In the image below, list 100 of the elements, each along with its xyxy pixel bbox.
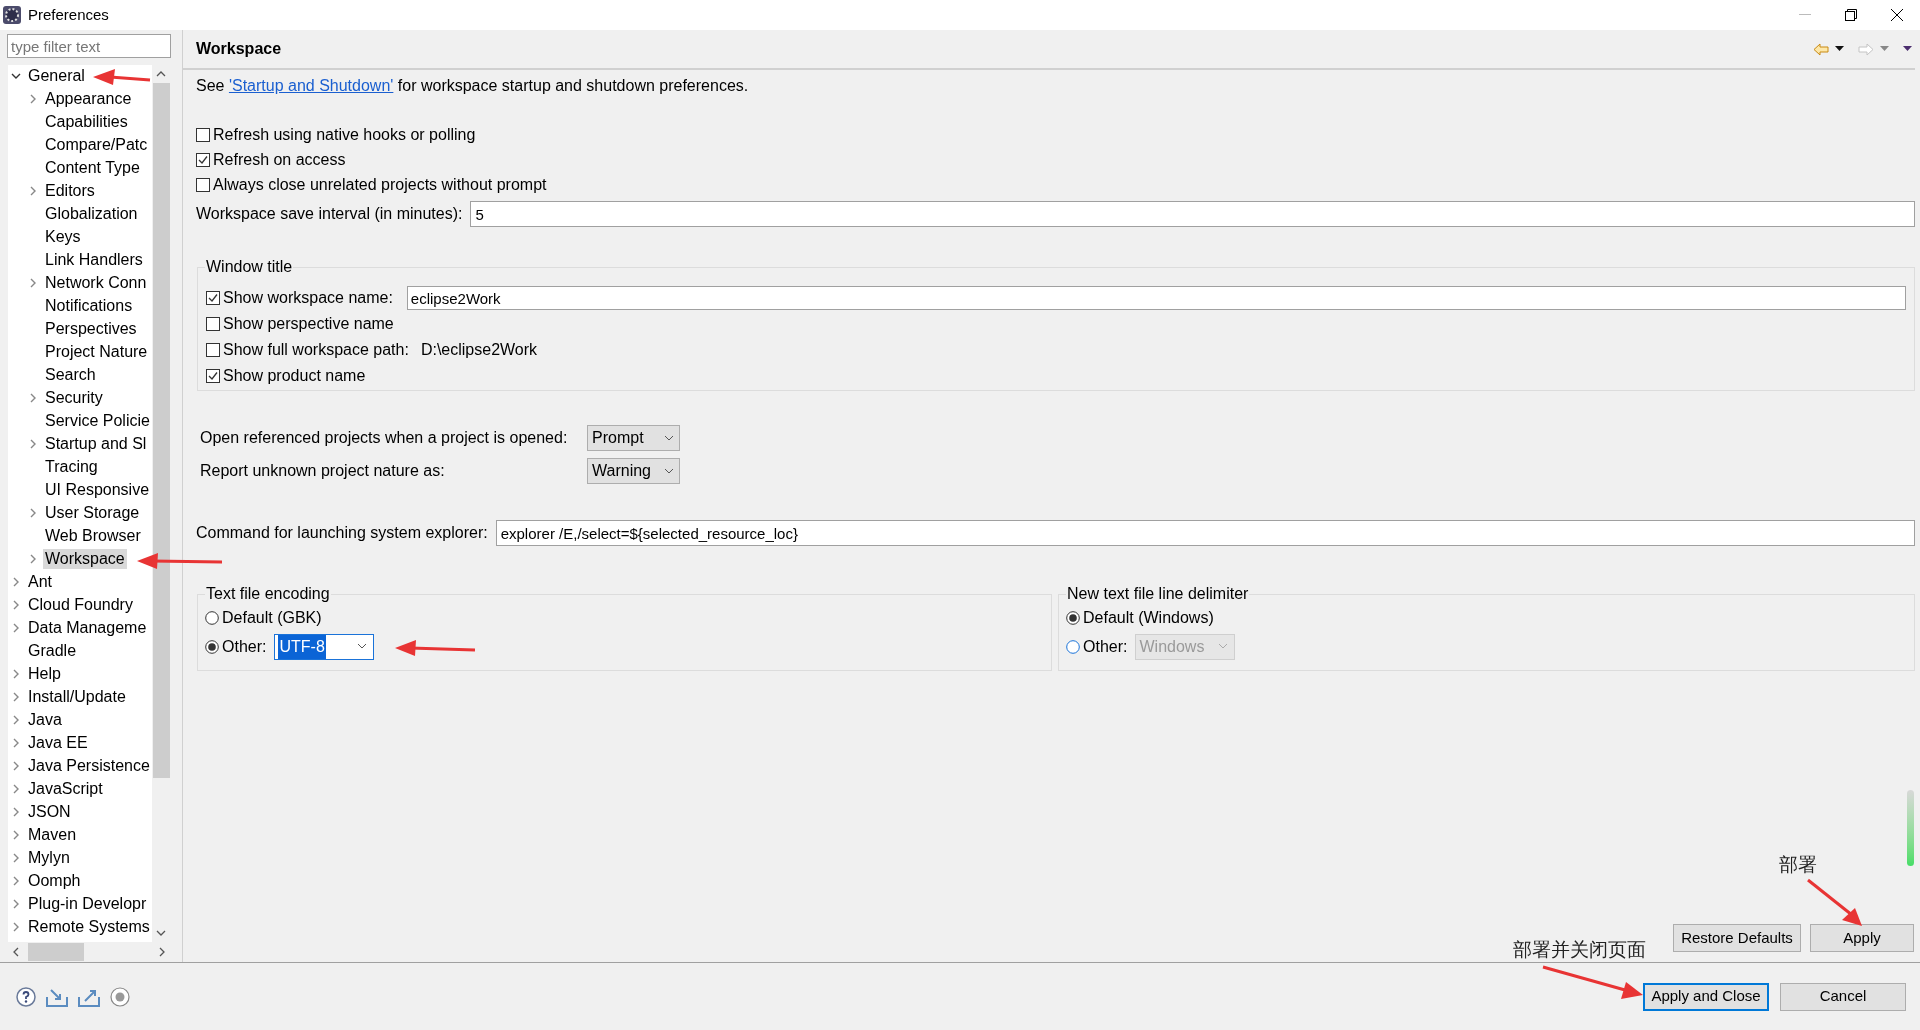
tree-item[interactable]: Project Nature	[43, 342, 150, 362]
window-title: Preferences	[28, 4, 109, 25]
restore-defaults-button[interactable]: Restore Defaults	[1673, 924, 1801, 952]
checkbox[interactable]	[206, 369, 220, 383]
save-interval-field[interactable]: 5	[470, 201, 1915, 227]
tree-item[interactable]: JSON	[26, 802, 73, 822]
tree-item[interactable]: User Storage	[43, 503, 142, 523]
checkbox-label: Refresh on access	[213, 149, 346, 170]
tree-item[interactable]: Java Persistence	[26, 756, 152, 776]
tree-item[interactable]: Link Handlers	[43, 250, 145, 270]
help-icon[interactable]	[16, 986, 36, 1007]
chevron-down-icon	[357, 643, 368, 650]
cancel-button[interactable]: Cancel	[1780, 982, 1906, 1011]
dropdown[interactable]: UTF-8	[274, 633, 375, 660]
radio-label: Other:	[222, 636, 267, 657]
scrollbar-thumb[interactable]	[28, 943, 84, 961]
annotation-text: 部署并关闭页面	[1513, 937, 1646, 962]
checkbox-label: Show workspace name:	[223, 288, 393, 308]
tree-item[interactable]: Capabilities	[43, 112, 130, 132]
minimize-icon	[1799, 14, 1811, 16]
checkbox-label: Show perspective name	[223, 314, 394, 334]
tree-item[interactable]: Java	[26, 710, 64, 730]
import-icon[interactable]	[46, 986, 68, 1007]
tree-item[interactable]: Tracing	[43, 457, 100, 477]
annotation-arrow	[93, 69, 151, 85]
radio-button[interactable]	[205, 610, 219, 625]
radio-label: Default (Windows)	[1083, 607, 1214, 628]
path-text: D:\eclipse2Work	[420, 340, 538, 360]
workspace-name-field[interactable]: eclipse2Work	[406, 286, 1906, 310]
radio-label: Other:	[1083, 636, 1128, 657]
checkbox[interactable]	[196, 177, 210, 192]
apply-and-close-button[interactable]: Apply and Close	[1643, 982, 1769, 1011]
tree-item[interactable]: Compare/Patc	[43, 135, 150, 155]
checkbox-label: Show full workspace path:	[223, 340, 409, 360]
tree-item[interactable]: Plug-in Developr	[26, 894, 149, 914]
field-label: Workspace save interval (in minutes):	[196, 204, 463, 224]
tree-item[interactable]: Globalization	[43, 204, 140, 224]
dropdown-icon[interactable]	[1835, 46, 1844, 52]
tree-item[interactable]: Appearance	[43, 89, 134, 109]
checkbox[interactable]	[206, 317, 220, 331]
radio-button[interactable]	[205, 639, 219, 654]
tree-item[interactable]: General	[26, 66, 87, 86]
field-label: Command for launching system explorer:	[196, 523, 488, 543]
tree-item[interactable]: Install/Update	[26, 687, 128, 707]
tree-item[interactable]: Web Browser	[43, 526, 143, 546]
filter-field[interactable]: type filter text	[7, 34, 171, 58]
checkbox[interactable]	[206, 291, 220, 305]
tree-item[interactable]: JavaScript	[26, 779, 105, 799]
checkbox[interactable]	[196, 127, 210, 142]
group-legend: Text file encoding	[205, 585, 331, 603]
tree-item[interactable]: Data Manageme	[26, 618, 149, 638]
restore-icon	[1845, 9, 1857, 21]
record-icon[interactable]	[110, 986, 130, 1007]
apply-button[interactable]: Apply	[1810, 924, 1914, 952]
page-title: Workspace	[196, 39, 282, 59]
close-icon	[1890, 8, 1904, 22]
chevron-down-icon	[664, 467, 674, 475]
tree-item[interactable]: Network Conn	[43, 273, 149, 293]
chevron-down-icon	[664, 434, 674, 442]
scrollbar-thumb[interactable]	[152, 82, 170, 778]
checkbox-label: Always close unrelated projects without prompt	[213, 174, 547, 195]
app-icon	[2, 5, 22, 25]
tree-item[interactable]: Editors	[43, 181, 97, 201]
tree-item[interactable]: Perspectives	[43, 319, 139, 339]
tree-item[interactable]: Gradle	[26, 641, 79, 661]
tree-item[interactable]: Oomph	[26, 871, 83, 891]
tree-item[interactable]: Workspace	[43, 549, 127, 569]
field-label: Open referenced projects when a project is opened:	[200, 428, 569, 448]
tree-item[interactable]: Remote Systems	[26, 917, 152, 937]
tree-item[interactable]: Search	[43, 365, 98, 385]
explorer-command-field[interactable]: explorer /E,/select=${selected_resource_loc}	[495, 520, 1915, 546]
radio-label: Default (GBK)	[222, 607, 322, 628]
dropdown[interactable]: Warning	[587, 458, 680, 484]
tree-item[interactable]: Security	[43, 388, 105, 408]
checkbox-label: Refresh using native hooks or polling	[213, 124, 476, 145]
annotation-arrow	[1807, 878, 1862, 926]
tree-item[interactable]: UI Responsive	[43, 480, 152, 500]
tree-item[interactable]: Service Policie	[43, 411, 152, 431]
tree-item[interactable]: Help	[26, 664, 63, 684]
checkbox[interactable]	[206, 343, 220, 357]
dropdown[interactable]: Prompt	[587, 425, 680, 451]
tree-item[interactable]: Maven	[26, 825, 79, 845]
field-label: Report unknown project nature as:	[200, 461, 446, 481]
tree-item[interactable]: Mylyn	[26, 848, 72, 868]
chevron-down-icon	[1218, 643, 1229, 650]
view-menu-icon[interactable]	[1903, 46, 1912, 52]
checkbox[interactable]	[196, 152, 210, 167]
tree-item[interactable]: Cloud Foundry	[26, 595, 135, 615]
radio-button[interactable]	[1066, 639, 1080, 654]
radio-button[interactable]	[1066, 610, 1080, 625]
tree-item[interactable]: Content Type	[43, 158, 142, 178]
intro-text: See 'Startup and Shutdown' for workspace startup and shutdown preferences.	[196, 76, 750, 96]
tree-item[interactable]: Ant	[26, 572, 54, 592]
checkbox-label: Show product name	[223, 366, 366, 386]
back-arrow-icon[interactable]	[1813, 42, 1829, 56]
tree-item[interactable]: Notifications	[43, 296, 135, 316]
tree-item[interactable]: Keys	[43, 227, 83, 247]
tree-item[interactable]: Java EE	[26, 733, 90, 753]
tree-item[interactable]: Startup and Sl	[43, 434, 149, 454]
startup-link[interactable]: 'Startup and Shutdown'	[228, 77, 394, 94]
